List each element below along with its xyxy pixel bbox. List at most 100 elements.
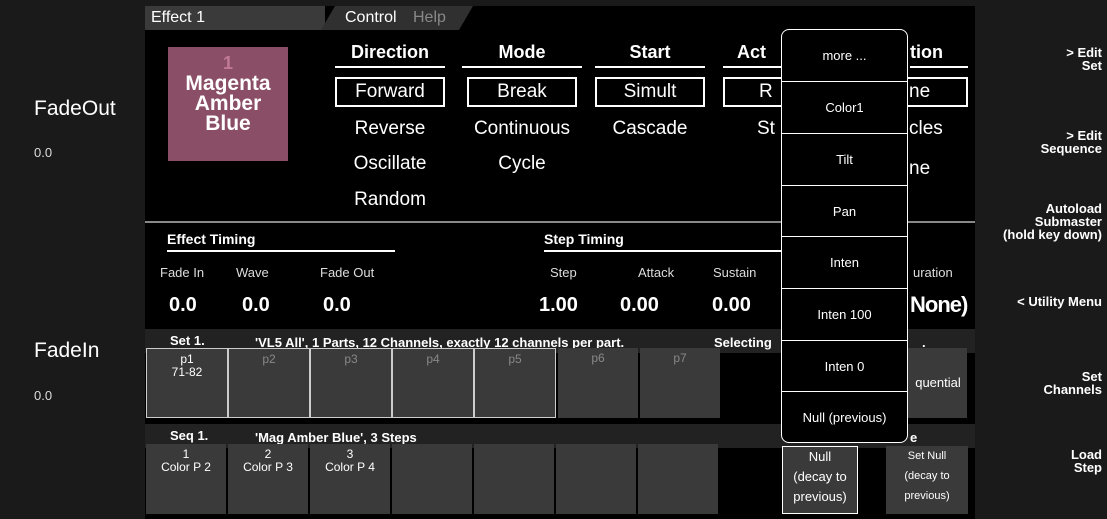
effect-timing-title: Effect Timing xyxy=(167,231,256,247)
mode-underline xyxy=(462,66,582,68)
action-underline xyxy=(723,66,781,68)
menu-item-color1[interactable]: Color1 xyxy=(782,81,907,133)
sustain-label: Sustain xyxy=(713,265,757,280)
duration-option-3[interactable]: ne xyxy=(909,156,969,182)
fade-out-value[interactable]: 0.0 xyxy=(323,294,351,317)
step-cell-empty[interactable] xyxy=(638,444,718,514)
part-name: p7 xyxy=(673,351,687,365)
wave-value[interactable]: 0.0 xyxy=(242,294,270,317)
start-header: Start xyxy=(629,42,671,62)
part-cell-p4[interactable]: p4 xyxy=(392,348,474,418)
swatch-line: Blue xyxy=(205,112,251,135)
set-null-line: previous) xyxy=(904,490,950,502)
mode-continuous[interactable]: Continuous xyxy=(462,116,582,142)
edit-set-button[interactable]: > Edit Set xyxy=(962,46,1102,72)
sustain-value[interactable]: 0.00 xyxy=(712,294,751,317)
mode-header: Mode xyxy=(498,42,546,62)
step-cell-empty[interactable] xyxy=(474,444,554,514)
part-name: p2 xyxy=(262,352,276,366)
softkey-line: Set xyxy=(1081,58,1102,73)
menu-item-more[interactable]: more ... xyxy=(782,30,907,81)
fadein-value: 0.0 xyxy=(34,388,53,403)
step-name: Color P 2 xyxy=(161,460,211,474)
null-line: (decay to xyxy=(793,469,847,484)
step-name: Color P 3 xyxy=(243,460,293,474)
seq-description: 'Mag Amber Blue', 3 Steps xyxy=(255,430,417,445)
attack-value[interactable]: 0.00 xyxy=(620,294,659,317)
direction-header: Direction xyxy=(350,42,429,62)
set-null-button[interactable]: Set Null (decay to previous) xyxy=(886,446,968,514)
seq-label: Seq 1. xyxy=(170,428,209,443)
fade-in-label: Fade In xyxy=(160,265,205,280)
selecting-text: Selecting xyxy=(714,335,772,350)
step-cell-empty[interactable] xyxy=(556,444,636,514)
swatch-number: 1 xyxy=(222,53,233,73)
softkey-line: Step xyxy=(1073,460,1102,475)
part-cell-p5[interactable]: p5 xyxy=(474,348,556,418)
start-simult[interactable]: Simult xyxy=(595,77,705,107)
step-cell-2[interactable]: 2 Color P 3 xyxy=(228,444,308,514)
direction-random[interactable]: Random xyxy=(335,187,445,213)
part-cell-p2[interactable]: p2 xyxy=(228,348,310,418)
part-name: p4 xyxy=(426,352,440,366)
tab-effect[interactable]: Effect 1 xyxy=(145,6,325,30)
direction-forward[interactable]: Forward xyxy=(335,77,445,107)
duration-label: uration xyxy=(913,265,953,280)
step-cell-1[interactable]: 1 Color P 2 xyxy=(146,444,226,514)
tab-help[interactable]: Help xyxy=(413,6,446,30)
direction-underline xyxy=(335,66,445,68)
menu-item-pan[interactable]: Pan xyxy=(782,185,907,237)
seq-bar-trail: e xyxy=(910,430,918,445)
direction-reverse[interactable]: Reverse xyxy=(335,116,445,142)
duration-header: tion xyxy=(910,42,943,62)
effect-timing-underline xyxy=(167,250,395,252)
null-decay-button[interactable]: Null (decay to previous) xyxy=(782,446,858,514)
mode-cycle[interactable]: Cycle xyxy=(462,151,582,177)
step-cell-empty[interactable] xyxy=(392,444,472,514)
preset-popup-menu: more ... Color1 Tilt Pan Inten Inten 100… xyxy=(781,29,908,443)
menu-item-null-previous[interactable]: Null (previous) xyxy=(782,391,907,443)
set-label: Set 1. xyxy=(170,333,205,348)
action-option-1[interactable]: R xyxy=(723,77,783,107)
part-cell-p7[interactable]: p7 xyxy=(640,348,720,418)
load-step-button[interactable]: Load Step xyxy=(962,448,1102,474)
fade-in-value[interactable]: 0.0 xyxy=(169,294,197,317)
step-label: Step xyxy=(550,265,577,280)
null-line: previous) xyxy=(793,489,847,504)
tab-control[interactable]: Control xyxy=(345,6,397,30)
mode-break[interactable]: Break xyxy=(467,77,577,107)
fadeout-label: FadeOut xyxy=(34,97,116,120)
softkey-line: Sequence xyxy=(1040,141,1102,156)
softkey-line: > Edit xyxy=(1066,45,1102,60)
direction-oscillate[interactable]: Oscillate xyxy=(335,151,445,177)
set-channels-button[interactable]: Set Channels xyxy=(962,370,1102,396)
menu-item-inten[interactable]: Inten xyxy=(782,236,907,288)
part-name: p5 xyxy=(508,352,522,366)
set-null-line: (decay to xyxy=(904,470,950,482)
part-cell-p6[interactable]: p6 xyxy=(558,348,638,418)
utility-menu-button[interactable]: < Utility Menu xyxy=(962,295,1102,308)
attack-label: Attack xyxy=(638,265,675,280)
part-cell-p3[interactable]: p3 xyxy=(310,348,392,418)
menu-item-tilt[interactable]: Tilt xyxy=(782,133,907,185)
swatch-line: Magenta xyxy=(185,72,271,95)
menu-item-inten-100[interactable]: Inten 100 xyxy=(782,288,907,340)
part-range: 71-82 xyxy=(171,365,203,379)
step-value[interactable]: 1.00 xyxy=(539,294,578,317)
effect-color-swatch: 1 Magenta Amber Blue xyxy=(168,47,288,161)
start-underline xyxy=(595,66,705,68)
part-name: p6 xyxy=(591,351,605,365)
menu-item-inten-0[interactable]: Inten 0 xyxy=(782,340,907,392)
edit-sequence-button[interactable]: > Edit Sequence xyxy=(962,129,1102,155)
softkey-line: (hold key down) xyxy=(1003,227,1102,242)
step-cell-3[interactable]: 3 Color P 4 xyxy=(310,444,390,514)
duration-option-2[interactable]: cles xyxy=(909,116,969,142)
duration-underline xyxy=(910,66,968,68)
autoload-submaster-button[interactable]: Autoload Submaster (hold key down) xyxy=(962,202,1102,241)
duration-value[interactable]: None) xyxy=(910,292,968,318)
start-cascade[interactable]: Cascade xyxy=(595,116,705,142)
part-cell-p1[interactable]: p1 71-82 xyxy=(146,348,228,418)
set-null-line: Set Null xyxy=(907,450,947,462)
softkey-line: < Utility Menu xyxy=(1017,294,1102,309)
duration-option-1[interactable]: ne xyxy=(905,77,968,107)
